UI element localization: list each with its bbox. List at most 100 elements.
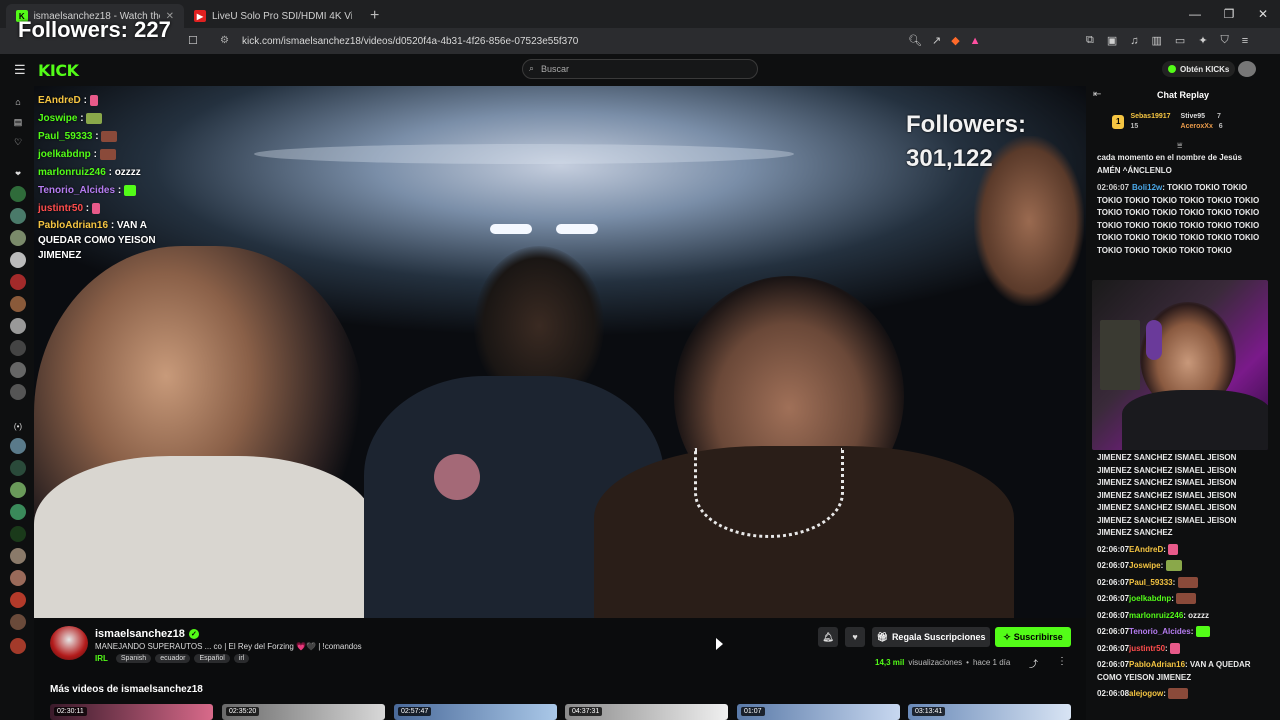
channel-avatar[interactable] xyxy=(10,186,26,202)
subscribe-button[interactable]: ✧ Suscribirse xyxy=(995,627,1071,647)
overlay-chat-line: Tenorio_Alcides : xyxy=(38,182,168,200)
maximize-icon[interactable]: ❐ xyxy=(1212,0,1246,28)
close-window-icon[interactable]: ✕ xyxy=(1246,0,1280,28)
channel-avatar[interactable] xyxy=(10,384,26,400)
chat-title: Chat Replay xyxy=(1156,90,1209,100)
channel-avatar[interactable] xyxy=(10,438,26,454)
channel-avatar[interactable] xyxy=(10,614,26,630)
video-player[interactable]: Followers: 301,122 EAndreD : Joswipe : P… xyxy=(34,86,1086,618)
chat-username[interactable]: marlonruiz246 xyxy=(1129,611,1183,620)
channel-avatar[interactable] xyxy=(10,526,26,542)
heart-icon: ❤ xyxy=(15,171,21,178)
chat-username[interactable]: Paul_59333 xyxy=(1129,578,1173,587)
streamer-name[interactable]: ismaelsanchez18 ✓ xyxy=(95,628,199,640)
sidebar-icon[interactable]: ▥ xyxy=(1152,34,1162,47)
channel-avatar[interactable] xyxy=(10,208,26,224)
video-thumbnail[interactable]: 04:37:31 xyxy=(565,704,728,720)
brave-rewards-icon[interactable]: ▲ xyxy=(970,35,981,47)
search-input[interactable]: ⌕ Buscar xyxy=(522,59,758,79)
music-icon[interactable]: ♫ xyxy=(1130,35,1138,47)
subscribe-label: Suscribirse xyxy=(1013,632,1063,642)
channel-avatar[interactable] xyxy=(10,252,26,268)
channel-avatar[interactable] xyxy=(10,318,26,334)
channel-avatar[interactable] xyxy=(10,362,26,378)
tag[interactable]: irl xyxy=(233,654,250,663)
chat-username[interactable]: PabloAdrian16 xyxy=(1129,660,1185,669)
site-settings-icon[interactable]: ⚙ xyxy=(220,35,229,46)
hamburger-menu-icon[interactable]: ☰ xyxy=(14,62,26,78)
tab-label: LiveU Solo Pro SDI/HDMI 4K Video/A xyxy=(212,10,352,22)
live-icon: (•) xyxy=(13,421,23,431)
overlay-chat-line: Paul_59333 : xyxy=(38,128,168,146)
channel-avatar[interactable] xyxy=(10,230,26,246)
video-thumbnail[interactable]: 02:35:20 xyxy=(222,704,385,720)
get-kicks-button[interactable]: Obtén KICKs xyxy=(1162,61,1236,77)
tag[interactable]: Spanish xyxy=(115,654,152,663)
chat-username[interactable]: joelkabdnp xyxy=(1129,594,1171,603)
channel-avatar[interactable] xyxy=(10,296,26,312)
tag[interactable]: Español xyxy=(194,654,230,663)
channel-avatar[interactable] xyxy=(10,504,26,520)
chat-username[interactable]: Joswipe xyxy=(1129,561,1161,570)
channel-avatar[interactable] xyxy=(10,340,26,356)
category-link[interactable]: IRL xyxy=(95,654,108,663)
zoom-icon[interactable]: 🔍︎ xyxy=(908,34,922,47)
emote-icon xyxy=(123,184,136,196)
channel-avatar[interactable] xyxy=(10,570,26,586)
home-icon[interactable]: ⌂ xyxy=(10,94,26,110)
verified-icon: ✓ xyxy=(188,629,199,639)
window-controls: — ❐ ✕ xyxy=(1178,0,1280,28)
channel-avatar[interactable] xyxy=(10,274,26,290)
chat-message: 02:06:07Joswipe: xyxy=(1097,560,1273,573)
bookmark-icon[interactable]: ☐ xyxy=(188,34,198,47)
video-thumbnail[interactable]: 02:30:11 xyxy=(50,704,213,720)
channel-avatar[interactable] xyxy=(10,638,26,654)
streamer-avatar[interactable] xyxy=(50,626,88,660)
chat-message: 02:06:08alejogow: xyxy=(1097,688,1273,701)
filter-icon[interactable]: ⩸ xyxy=(1177,140,1182,151)
user-avatar[interactable] xyxy=(1238,61,1256,77)
leo-icon[interactable]: ✦ xyxy=(1198,34,1207,47)
vpn-icon[interactable]: ⛉ xyxy=(1221,34,1229,47)
share-icon[interactable]: ↗ xyxy=(932,34,941,47)
chat-username[interactable]: Boli12w xyxy=(1132,183,1162,192)
chat-timestamp: 02:06:07 xyxy=(1097,183,1130,192)
tag[interactable]: ecuador xyxy=(155,654,191,663)
screenshot-icon[interactable]: ▣ xyxy=(1107,34,1117,47)
more-options-icon[interactable]: ⋮ xyxy=(1057,656,1067,667)
channel-avatar[interactable] xyxy=(10,548,26,564)
gift-subs-button[interactable]: 🎁︎ Regala Suscripciones xyxy=(872,627,990,647)
follow-button[interactable]: ♥ xyxy=(845,627,865,647)
channel-avatar[interactable] xyxy=(10,460,26,476)
channel-avatar[interactable] xyxy=(10,482,26,498)
gift-subs-label: Regala Suscripciones xyxy=(891,632,986,642)
channel-avatar[interactable] xyxy=(10,592,26,608)
chat-message: 02:06:07Tenorio_Alcides: xyxy=(1097,626,1273,639)
thumb-duration: 02:57:47 xyxy=(398,707,432,716)
brave-shield-icon[interactable]: ◆ xyxy=(951,34,959,47)
thumb-duration: 02:30:11 xyxy=(54,707,87,716)
new-tab-button[interactable]: + xyxy=(362,4,387,28)
chat-message: 02:06:07marlonruiz246: ozzzz xyxy=(1097,610,1210,620)
chat-username[interactable]: alejogow xyxy=(1129,689,1163,698)
mouse-cursor xyxy=(716,638,723,650)
video-thumbnail[interactable]: 02:57:47 xyxy=(394,704,557,720)
share-icon[interactable]: ⤴ xyxy=(1029,657,1038,670)
followers-overlay: Followers: 227 xyxy=(18,17,171,42)
menu-icon[interactable]: ≡ xyxy=(1242,35,1248,47)
kick-logo[interactable]: KICK xyxy=(38,61,79,80)
browse-icon[interactable]: ▤ xyxy=(10,114,26,130)
chat-username[interactable]: justintr50 xyxy=(1129,644,1165,653)
url-field[interactable]: ⚙ kick.com/ismaelsanchez18/videos/d0520f… xyxy=(212,31,1012,51)
chat-username[interactable]: EAndreD xyxy=(1129,545,1163,554)
wallet-icon[interactable]: ▭ xyxy=(1175,34,1185,47)
chat-username[interactable]: Tenorio_Alcides xyxy=(1129,627,1191,636)
following-icon[interactable]: ♡ xyxy=(10,134,26,150)
video-thumbnail[interactable]: 03:13:41 xyxy=(908,704,1071,720)
extensions-icon[interactable]: ⧉ xyxy=(1086,34,1094,47)
notification-bell-button[interactable]: 🔔︎ xyxy=(818,627,838,647)
video-thumbnail[interactable]: 01:07 xyxy=(737,704,900,720)
tab-liveu[interactable]: ▶ LiveU Solo Pro SDI/HDMI 4K Video/A xyxy=(184,4,362,28)
minimize-icon[interactable]: — xyxy=(1178,0,1212,28)
chat-message: 02:06:07PabloAdrian16: VAN A QUEDAR COMO… xyxy=(1097,660,1251,682)
